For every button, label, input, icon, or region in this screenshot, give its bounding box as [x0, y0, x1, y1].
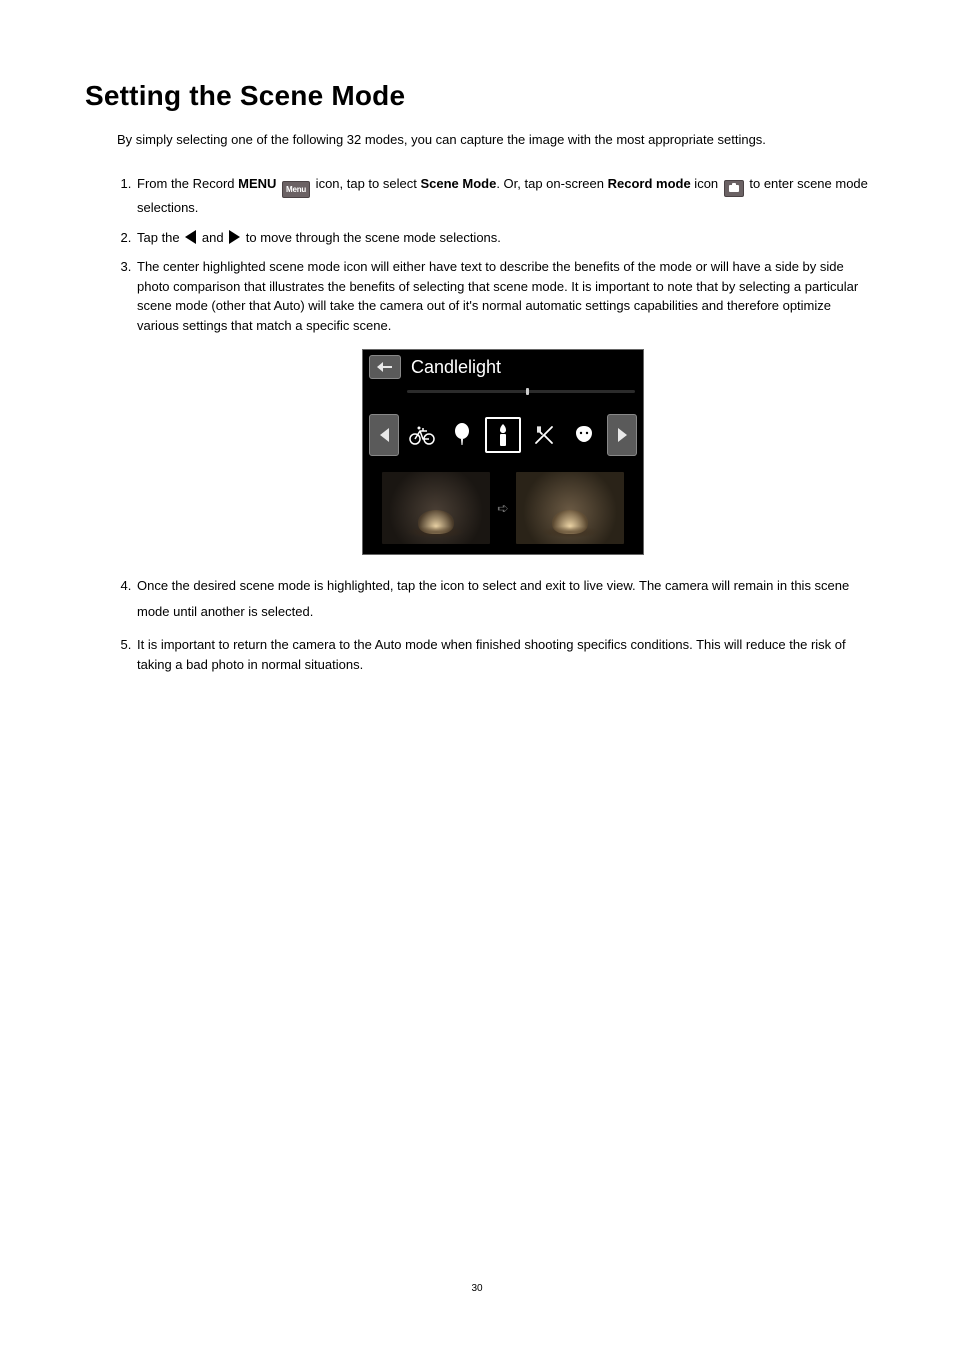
scene-mode-cutlery-icon[interactable] [528, 419, 560, 451]
steps-list: From the Record MENU Menu icon, tap to s… [117, 174, 869, 675]
comparison-photo-after [516, 472, 624, 544]
step-1-bold-menu: MENU [238, 176, 276, 191]
scene-prev-button[interactable] [369, 414, 399, 456]
comparison-photo-before [382, 472, 490, 544]
comparison-row: ➪ [363, 466, 643, 554]
step-1-mid3: icon [691, 176, 722, 191]
step-1-mid2: . Or, tap on-screen [496, 176, 607, 191]
step-2-post: to move through the scene mode selection… [242, 230, 501, 245]
step-2-pre: Tap the [137, 230, 183, 245]
scene-next-button[interactable] [607, 414, 637, 456]
step-4: Once the desired scene mode is highlight… [135, 573, 869, 625]
scene-mode-candlelight-icon[interactable] [485, 417, 521, 453]
step-2: Tap the and to move through the scene mo… [135, 228, 869, 248]
triangle-right-icon [229, 230, 240, 244]
chevron-left-icon [380, 428, 389, 442]
record-mode-icon [724, 180, 744, 197]
compare-arrow-icon: ➪ [496, 501, 510, 515]
scroll-track[interactable] [363, 384, 643, 404]
step-4-text: Once the desired scene mode is highlight… [137, 578, 849, 619]
page-title: Setting the Scene Mode [85, 80, 869, 112]
chevron-right-icon [618, 428, 627, 442]
embedded-screenshot-wrap: Candlelight [137, 349, 869, 555]
back-button[interactable] [369, 355, 401, 379]
step-1-pre: From the Record [137, 176, 238, 191]
screenshot-header: Candlelight [363, 350, 643, 384]
back-arrow-icon [378, 366, 392, 368]
scene-mode-balloon-icon[interactable] [446, 419, 478, 451]
step-2-mid: and [198, 230, 227, 245]
scene-mode-title: Candlelight [411, 354, 501, 381]
step-5-text: It is important to return the camera to … [137, 637, 846, 672]
step-1-mid1: icon, tap to select [312, 176, 420, 191]
step-5: It is important to return the camera to … [135, 635, 869, 674]
intro-paragraph: By simply selecting one of the following… [117, 130, 869, 150]
step-3: The center highlighted scene mode icon w… [135, 257, 869, 555]
scene-mode-face-icon[interactable] [568, 419, 600, 451]
scene-mode-bicycle-icon[interactable] [406, 419, 438, 451]
step-1-bold-scene: Scene Mode [420, 176, 496, 191]
step-1-bold-record: Record mode [608, 176, 691, 191]
scene-mode-screenshot: Candlelight [362, 349, 644, 555]
step-1: From the Record MENU Menu icon, tap to s… [135, 174, 869, 218]
page-number: 30 [0, 1283, 954, 1294]
scene-modes-row [363, 404, 643, 466]
scene-mode-icons [399, 417, 607, 453]
menu-icon: Menu [282, 181, 310, 198]
scroll-indicator [526, 388, 529, 395]
scroll-track-line [407, 390, 635, 393]
triangle-left-icon [185, 230, 196, 244]
step-3-text: The center highlighted scene mode icon w… [137, 259, 858, 333]
